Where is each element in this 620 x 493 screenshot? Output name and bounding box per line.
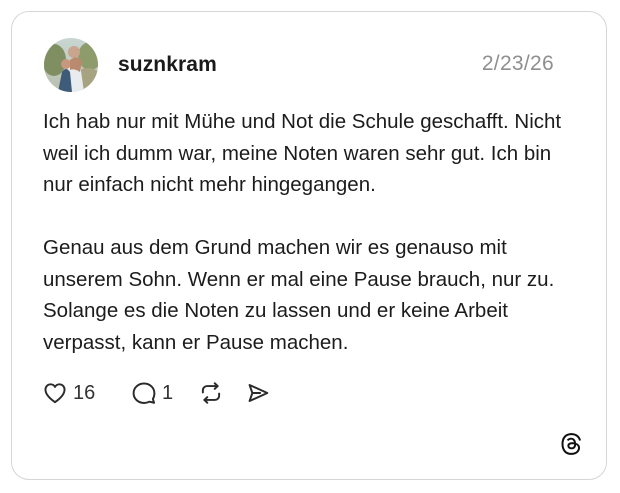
like-count: 16	[73, 382, 96, 404]
avatar-image	[44, 38, 98, 92]
heart-icon	[44, 383, 66, 404]
reply-button[interactable]: 1	[131, 378, 173, 408]
threads-logo-icon	[559, 432, 583, 456]
comment-icon	[132, 382, 156, 404]
send-icon	[248, 384, 269, 402]
post-date: 2/23/26	[481, 52, 554, 75]
avatar[interactable]	[44, 38, 98, 92]
post-paragraph: Genau aus dem Grund machen wir es genaus…	[43, 236, 555, 354]
repost-button[interactable]	[198, 378, 224, 408]
repost-icon	[201, 382, 221, 404]
post-paragraph: Ich hab nur mit Mühe und Not die Schule …	[43, 110, 562, 196]
share-button[interactable]	[245, 378, 271, 408]
like-button[interactable]: 16	[42, 378, 95, 408]
username[interactable]: suznkram	[118, 53, 217, 77]
reply-count: 1	[162, 382, 174, 404]
post-card: suznkram 2/23/26 Ich hab nur mit Mühe un…	[11, 11, 607, 480]
post-body: Ich hab nur mit Mühe und Not die Schule …	[43, 106, 583, 358]
